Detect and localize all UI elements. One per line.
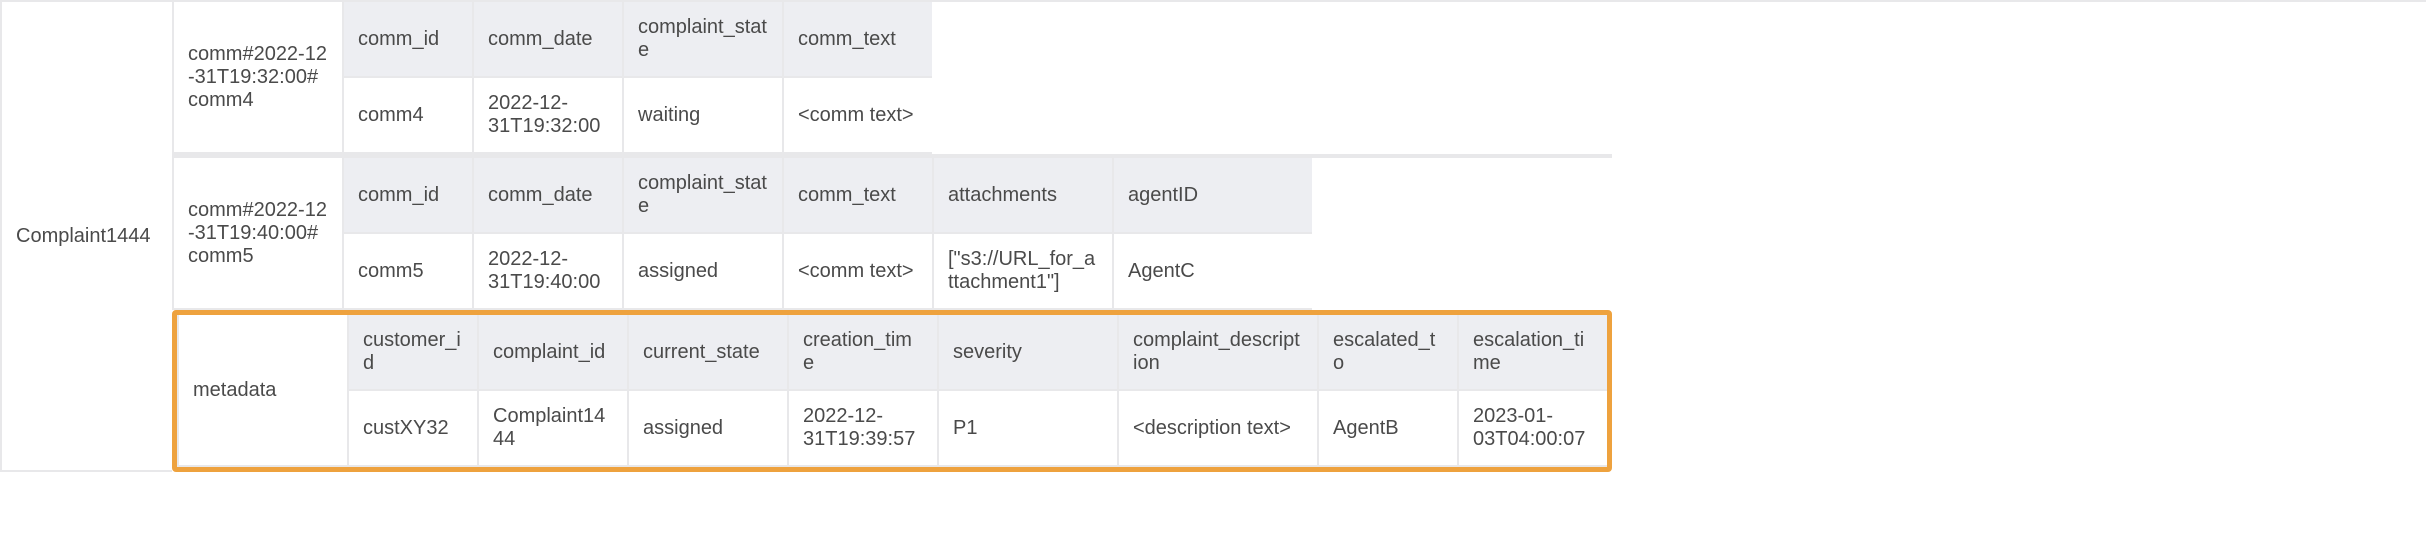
- column-header: comm_text: [782, 2, 932, 78]
- data-cell: waiting: [622, 78, 782, 154]
- data-cell: custXY32: [347, 391, 477, 467]
- column-header: comm_id: [342, 158, 472, 234]
- data-cell: <comm text>: [782, 234, 932, 310]
- data-cell: 2023-01-03T04:00:07: [1457, 391, 1607, 467]
- column-header: agentID: [1112, 158, 1312, 234]
- column-header: complaint_description: [1117, 315, 1317, 391]
- header-row: comm_idcomm_datecomplaint_statecomm_text…: [342, 158, 1312, 234]
- item-group: metadatacustomer_idcomplaint_idcurrent_s…: [172, 310, 1612, 472]
- data-cell: comm4: [342, 78, 472, 154]
- column-header: current_state: [627, 315, 787, 391]
- data-cell: assigned: [622, 234, 782, 310]
- header-row: comm_idcomm_datecomplaint_statecomm_text: [342, 2, 932, 78]
- partition-key-cell: Complaint1444: [2, 2, 172, 472]
- data-cell: 2022-12-31T19:39:57: [787, 391, 937, 467]
- column-header: complaint_id: [477, 315, 627, 391]
- data-row: comm52022-12-31T19:40:00assigned<comm te…: [342, 234, 1312, 310]
- column-header: comm_id: [342, 2, 472, 78]
- data-table: Complaint1444 comm#2022-12-31T19:32:00#c…: [0, 0, 2426, 472]
- attributes-block: comm_idcomm_datecomplaint_statecomm_text…: [342, 2, 932, 154]
- data-row: comm42022-12-31T19:32:00waiting<comm tex…: [342, 78, 932, 154]
- column-header: creation_time: [787, 315, 937, 391]
- header-row: customer_idcomplaint_idcurrent_statecrea…: [347, 315, 1607, 391]
- data-cell: <comm text>: [782, 78, 932, 154]
- sort-key-cell: comm#2022-12-31T19:32:00#comm4: [172, 2, 342, 154]
- data-cell: AgentC: [1112, 234, 1312, 310]
- data-cell: comm5: [342, 234, 472, 310]
- item-group: comm#2022-12-31T19:40:00#comm5comm_idcom…: [172, 154, 1612, 310]
- column-header: comm_date: [472, 2, 622, 78]
- column-header: escalated_to: [1317, 315, 1457, 391]
- data-cell: assigned: [627, 391, 787, 467]
- data-cell: <description text>: [1117, 391, 1317, 467]
- column-header: severity: [937, 315, 1117, 391]
- data-cell: AgentB: [1317, 391, 1457, 467]
- item-group: comm#2022-12-31T19:32:00#comm4comm_idcom…: [172, 2, 1612, 154]
- column-header: escalation_time: [1457, 315, 1607, 391]
- column-header: comm_date: [472, 158, 622, 234]
- data-cell: P1: [937, 391, 1117, 467]
- column-header: complaint_state: [622, 2, 782, 78]
- data-cell: Complaint1444: [477, 391, 627, 467]
- attributes-block: customer_idcomplaint_idcurrent_statecrea…: [347, 315, 1607, 467]
- data-cell: ["s3://URL_for_attachment1"]: [932, 234, 1112, 310]
- attributes-block: comm_idcomm_datecomplaint_statecomm_text…: [342, 158, 1312, 310]
- sort-key-cell: comm#2022-12-31T19:40:00#comm5: [172, 158, 342, 310]
- column-header: attachments: [932, 158, 1112, 234]
- column-header: comm_text: [782, 158, 932, 234]
- sort-key-cell: metadata: [177, 315, 347, 467]
- column-header: customer_id: [347, 315, 477, 391]
- data-cell: 2022-12-31T19:32:00: [472, 78, 622, 154]
- data-cell: 2022-12-31T19:40:00: [472, 234, 622, 310]
- data-row: custXY32Complaint1444assigned2022-12-31T…: [347, 391, 1607, 467]
- column-header: complaint_state: [622, 158, 782, 234]
